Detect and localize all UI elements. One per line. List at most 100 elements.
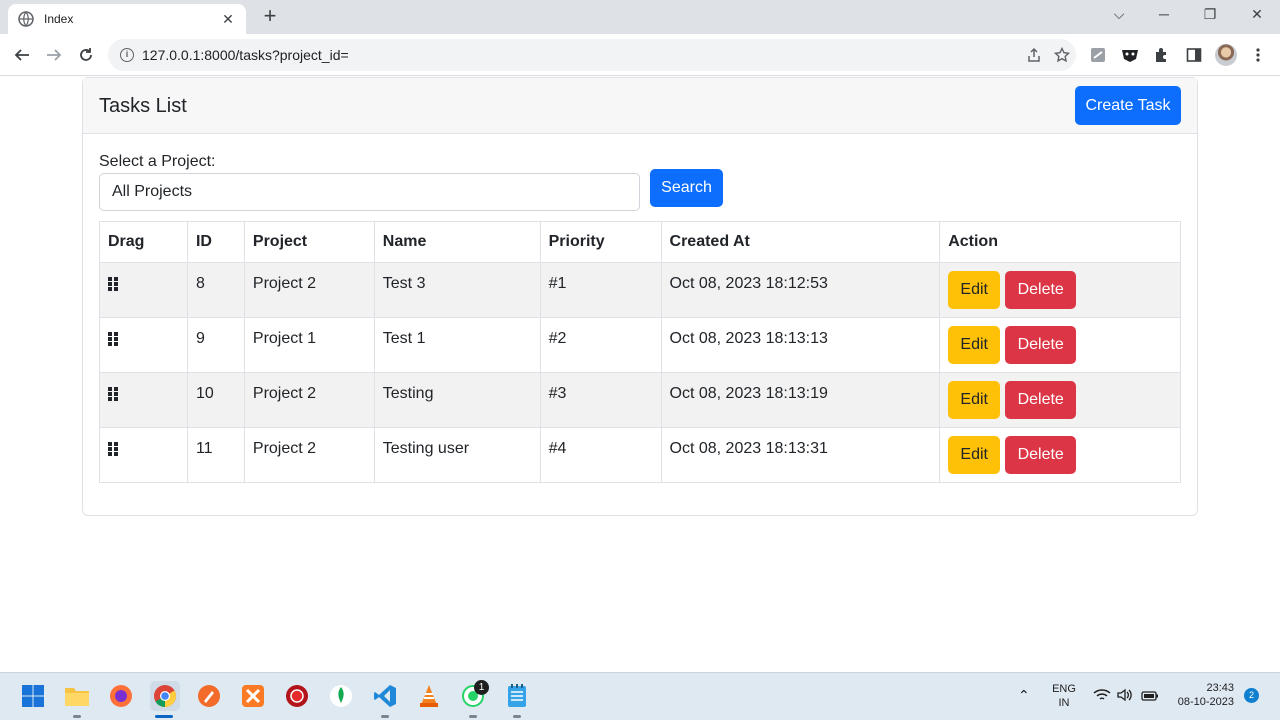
firefox-icon[interactable] [108, 683, 134, 709]
windows-taskbar: 1 ⌃ ENG IN 23:43 08-10-2023 [0, 672, 1280, 720]
clock-time: 23:43 [1206, 682, 1234, 694]
globe-icon [18, 11, 34, 27]
forward-arrow-icon[interactable] [42, 44, 66, 66]
taskbar-indicator [381, 715, 389, 718]
task-name: Testing [373, 372, 541, 428]
browser-tab-strip: Index ✕ + ⌵ ─ ❐ ✕ [0, 0, 1280, 34]
task-project: Project 2 [243, 262, 375, 318]
vlc-icon[interactable] [416, 683, 442, 709]
delete-button[interactable]: Delete [1005, 381, 1077, 419]
new-tab-button[interactable]: + [258, 5, 282, 29]
close-tab-icon[interactable]: ✕ [220, 11, 236, 28]
extension-icon[interactable] [1088, 45, 1108, 65]
chrome-icon[interactable] [150, 681, 180, 711]
notepad-icon[interactable] [504, 683, 530, 709]
task-project: Project 1 [243, 317, 375, 373]
language-line-1: ENG [1052, 683, 1076, 695]
drag-handle-icon[interactable] [108, 442, 118, 456]
task-name: Test 3 [373, 262, 541, 318]
close-window-button[interactable]: ✕ [1245, 6, 1269, 23]
task-name: Testing user [373, 427, 541, 483]
xampp-icon[interactable] [240, 683, 266, 709]
tab-search-chevron-icon[interactable]: ⌵ [1107, 6, 1131, 23]
restore-button[interactable]: ❐ [1198, 6, 1222, 23]
action-cell: Edit Delete [939, 372, 1181, 428]
task-created-at: Oct 08, 2023 18:13:19 [660, 372, 941, 428]
bookmark-star-icon[interactable] [1048, 44, 1076, 66]
delete-button[interactable]: Delete [1005, 326, 1077, 364]
file-explorer-icon[interactable] [64, 683, 90, 709]
menu-kebab-icon[interactable] [1248, 45, 1268, 65]
drag-cell [99, 317, 188, 373]
task-created-at: Oct 08, 2023 18:13:31 [660, 427, 941, 483]
edit-button[interactable]: Edit [948, 326, 1001, 364]
address-bar[interactable]: i 127.0.0.1:8000/tasks?project_id= [108, 39, 1076, 71]
task-priority: #1 [539, 262, 662, 318]
task-created-at: Oct 08, 2023 18:12:53 [660, 262, 941, 318]
drag-handle-icon[interactable] [108, 387, 118, 401]
clock-date: 08-10-2023 [1177, 696, 1234, 708]
delete-button[interactable]: Delete [1005, 436, 1077, 474]
drag-handle-icon[interactable] [108, 277, 118, 291]
minimize-button[interactable]: ─ [1152, 6, 1176, 22]
create-task-button[interactable]: Create Task [1075, 86, 1181, 125]
delete-button[interactable]: Delete [1005, 271, 1077, 309]
table-row: 9 Project 1 Test 1 #2 Oct 08, 2023 18:13… [99, 317, 1181, 373]
table-row: 10 Project 2 Testing #3 Oct 08, 2023 18:… [99, 372, 1181, 428]
clock[interactable]: 23:43 08-10-2023 [1168, 682, 1234, 708]
browser-toolbar: i 127.0.0.1:8000/tasks?project_id= [0, 34, 1280, 76]
column-header-project: Project [243, 221, 375, 263]
reload-icon[interactable] [74, 44, 98, 66]
back-arrow-icon[interactable] [10, 44, 34, 66]
tab-title: Index [44, 12, 74, 26]
extensions-puzzle-icon[interactable] [1152, 45, 1172, 65]
drag-cell [99, 427, 188, 483]
taskbar-indicator [469, 715, 477, 718]
windows-start-icon[interactable] [20, 683, 46, 709]
card-header: Tasks List Create Task [83, 78, 1197, 134]
drag-handle-icon[interactable] [108, 332, 118, 346]
drag-cell [99, 262, 188, 318]
task-id: 10 [186, 372, 245, 428]
language-indicator[interactable]: ENG IN [1049, 683, 1079, 709]
extension-mask-icon[interactable] [1120, 45, 1140, 65]
task-id: 8 [186, 262, 245, 318]
edit-button[interactable]: Edit [948, 436, 1001, 474]
task-name: Test 1 [373, 317, 541, 373]
whatsapp-badge: 1 [474, 680, 489, 695]
wifi-icon[interactable] [1093, 688, 1111, 707]
battery-icon[interactable] [1141, 689, 1159, 707]
project-select-label: Select a Project: [99, 153, 216, 170]
browser-tab[interactable]: Index ✕ [8, 4, 246, 34]
column-header-drag: Drag [99, 221, 188, 263]
side-panel-icon[interactable] [1184, 45, 1204, 65]
record-icon[interactable] [284, 683, 310, 709]
taskbar-indicator [513, 715, 521, 718]
url-text: 127.0.0.1:8000/tasks?project_id= [142, 47, 349, 63]
task-project: Project 2 [243, 372, 375, 428]
search-button[interactable]: Search [650, 169, 723, 207]
site-info-icon[interactable]: i [120, 48, 134, 62]
tray-overflow-chevron-icon[interactable]: ⌃ [1018, 687, 1030, 704]
edit-button[interactable]: Edit [948, 381, 1001, 419]
task-created-at: Oct 08, 2023 18:13:13 [660, 317, 941, 373]
mongodb-icon[interactable] [328, 683, 354, 709]
language-line-2: IN [1058, 697, 1070, 709]
project-select[interactable]: All Projects [99, 173, 640, 211]
share-icon[interactable] [1020, 44, 1048, 66]
taskbar-indicator [73, 715, 81, 718]
sketch-app-icon[interactable] [196, 683, 222, 709]
table-header-row: Drag ID Project Name Priority Created At… [99, 221, 1181, 263]
task-priority: #3 [539, 372, 662, 428]
action-cell: Edit Delete [939, 262, 1181, 318]
profile-avatar[interactable] [1215, 44, 1237, 66]
column-header-created-at: Created At [660, 221, 941, 263]
notification-count-badge[interactable]: 2 [1244, 688, 1259, 703]
vscode-icon[interactable] [372, 683, 398, 709]
volume-icon[interactable] [1117, 688, 1133, 707]
column-header-action: Action [939, 221, 1181, 263]
action-cell: Edit Delete [939, 317, 1181, 373]
edit-button[interactable]: Edit [948, 271, 1001, 309]
action-cell: Edit Delete [939, 427, 1181, 483]
task-priority: #2 [539, 317, 662, 373]
